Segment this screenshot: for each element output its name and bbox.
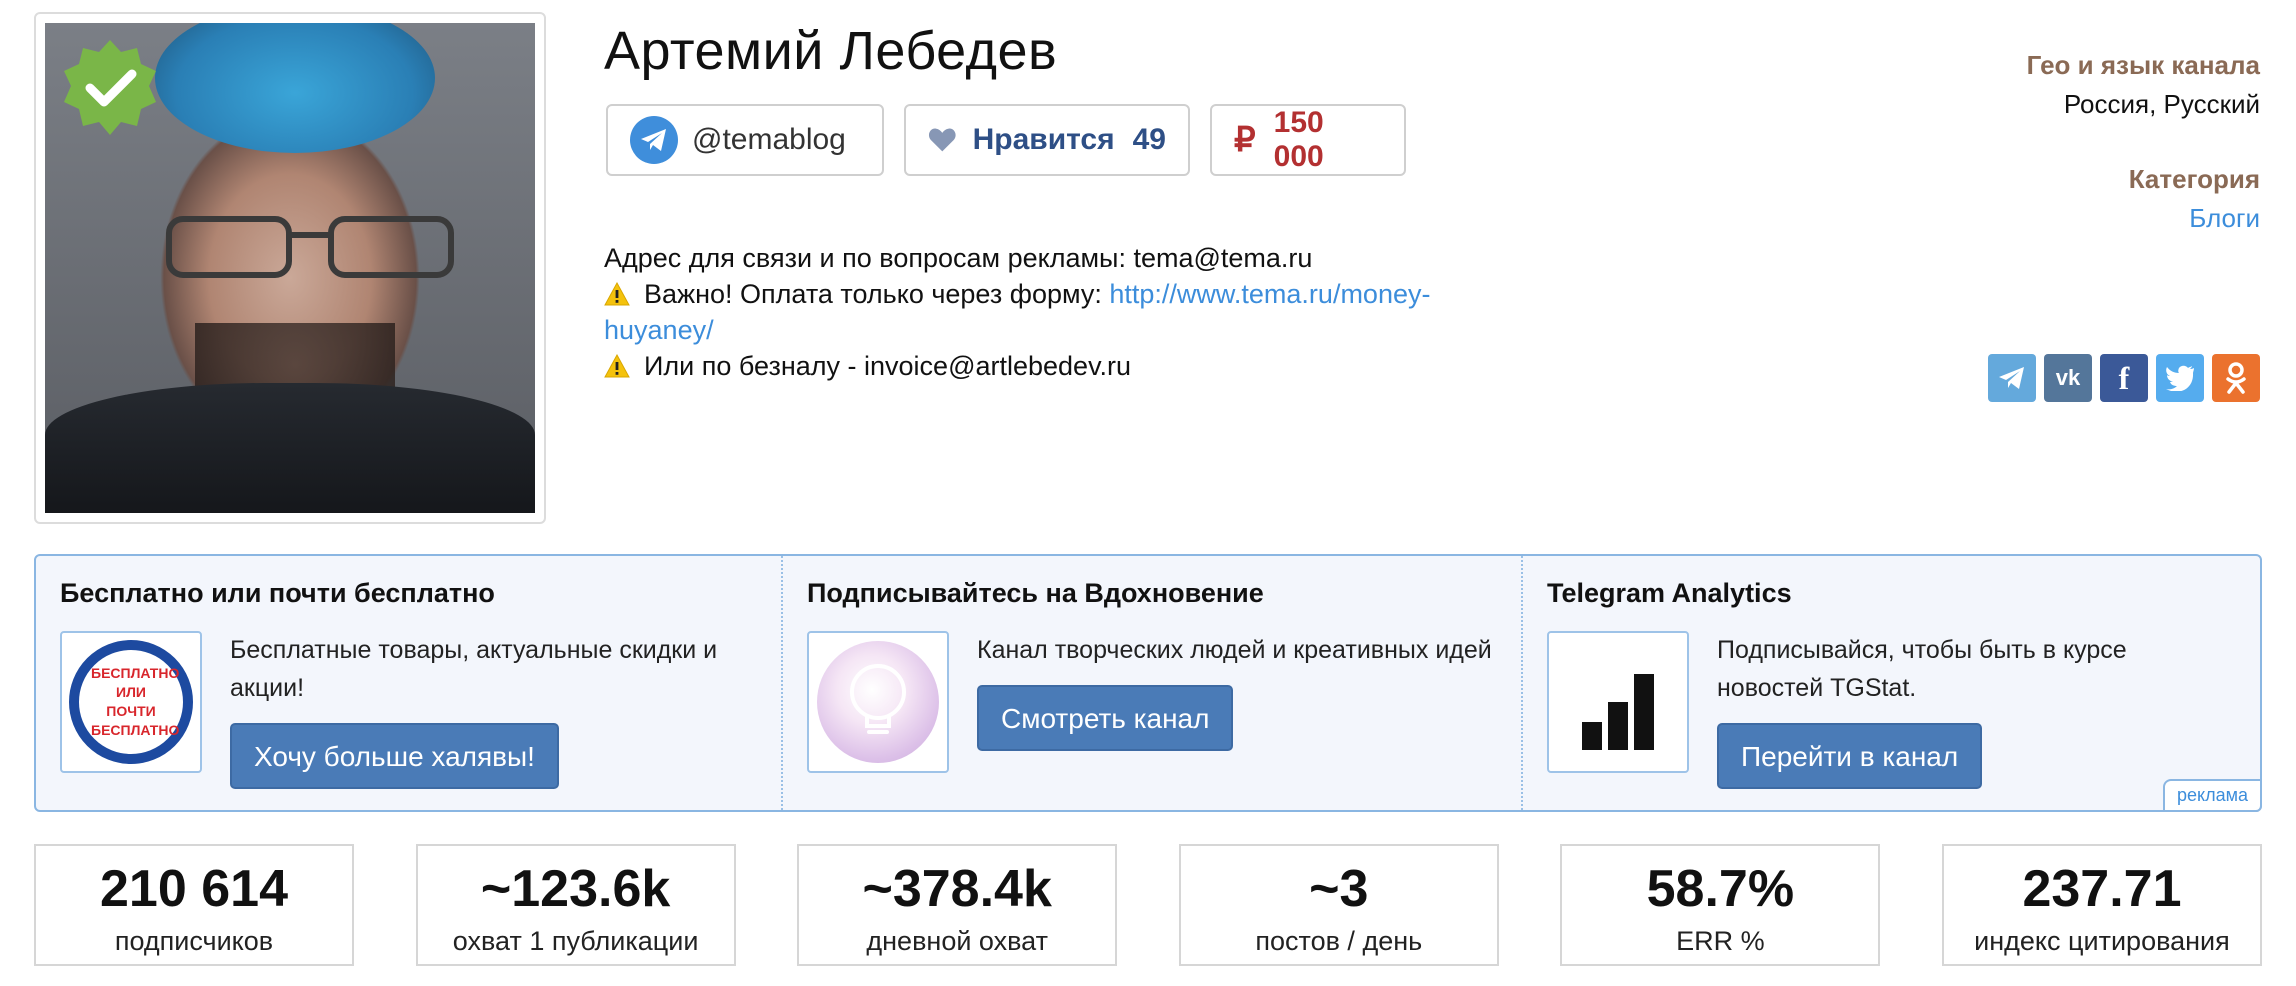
stat-value: 58.7% <box>1646 860 1795 918</box>
stat-label: индекс цитирования <box>1974 926 2230 956</box>
like-count: 49 <box>1132 123 1166 156</box>
stat-value: 210 614 <box>100 860 288 918</box>
stats-row: 210 614 подписчиков ~123.6k охват 1 публ… <box>34 844 2262 966</box>
stat-post-reach[interactable]: ~123.6k охват 1 публикации <box>415 844 736 966</box>
like-button[interactable]: Нравится 49 <box>904 104 1190 176</box>
stat-daily-reach[interactable]: ~378.4k дневной охват <box>797 844 1118 966</box>
ad-title[interactable]: Подписывайтесь на Вдохновение <box>807 578 1497 609</box>
channel-avatar-frame <box>34 12 546 524</box>
description-line: Или по безналу - invoice@artlebedev.ru <box>604 348 1524 384</box>
category-section: Категория Блоги <box>2129 164 2260 234</box>
share-buttons: vk f <box>1988 354 2260 402</box>
twitter-icon[interactable] <box>2156 354 2204 402</box>
geo-label: Гео и язык канала <box>2026 50 2260 80</box>
stat-value: ~123.6k <box>480 860 671 918</box>
bar-chart-icon <box>1582 674 1654 750</box>
freebie-logo-icon: БЕСПЛАТНО ИЛИ ПОЧТИ БЕСПЛАТНО <box>69 640 193 764</box>
stat-label: подписчиков <box>114 926 274 956</box>
ad-price-button[interactable]: ₽ 150 000 <box>1210 104 1406 176</box>
geo-value: Россия, Русский <box>2063 89 2260 119</box>
ad-logo[interactable]: БЕСПЛАТНО ИЛИ ПОЧТИ БЕСПЛАТНО <box>60 631 202 773</box>
stat-subscribers[interactable]: 210 614 подписчиков <box>34 844 354 966</box>
heart-icon <box>928 128 956 152</box>
channel-title: Артемий Лебедев <box>604 21 1058 81</box>
channel-description: Адрес для связи и по вопросам рекламы: t… <box>604 240 1524 384</box>
ad-text: Бесплатные товары, актуальные скидки и а… <box>230 636 718 702</box>
category-link[interactable]: Блоги <box>2129 203 2260 234</box>
telegram-icon[interactable] <box>1988 354 2036 402</box>
stat-label: ERR % <box>1676 926 1765 956</box>
warning-icon <box>604 354 630 378</box>
ad-card: Подписывайтесь на Вдохновение Канал твор… <box>781 556 1521 810</box>
stat-citation-index[interactable]: 237.71 индекс цитирования <box>1941 844 2262 966</box>
stat-label: охват 1 публикации <box>452 926 699 956</box>
freebie-logo-text: БЕСПЛАТНО ИЛИ ПОЧТИ БЕСПЛАТНО <box>91 665 180 738</box>
ad-title[interactable]: Telegram Analytics <box>1547 578 2236 609</box>
telegram-username-button[interactable]: @temablog <box>606 104 884 176</box>
description-line: Адрес для связи и по вопросам рекламы: t… <box>604 243 1313 273</box>
ad-cta-button[interactable]: Смотреть канал <box>977 685 1234 751</box>
stat-value: ~378.4k <box>862 860 1052 918</box>
lightbulb-icon <box>817 641 939 763</box>
ad-content: Канал творческих людей и креативных идей… <box>977 631 1492 773</box>
ad-content: Подписывайся, чтобы быть в курсе новосте… <box>1717 631 2236 789</box>
ad-content: Бесплатные товары, актуальные скидки и а… <box>230 631 757 789</box>
stat-value: 237.71 <box>2022 860 2182 918</box>
facebook-icon[interactable]: f <box>2100 354 2148 402</box>
ad-body: Подписывайся, чтобы быть в курсе новосте… <box>1547 631 2236 789</box>
description-line: Важно! Оплата только через форму: http:/… <box>604 276 1524 348</box>
avatar-hair <box>155 23 435 153</box>
ad-title[interactable]: Бесплатно или почти бесплатно <box>60 578 757 609</box>
description-text: Важно! Оплата только через форму: <box>644 279 1110 309</box>
ad-price: 150 000 <box>1273 106 1324 173</box>
ad-body: Канал творческих людей и креативных идей… <box>807 631 1497 773</box>
avatar-glasses <box>166 216 454 278</box>
ad-text: Канал творческих людей и креативных идей <box>977 636 1492 664</box>
ad-cta-button[interactable]: Перейти в канал <box>1717 723 1983 789</box>
stat-posts-per-day[interactable]: ~3 постов / день <box>1178 844 1499 966</box>
verified-badge-icon <box>64 40 156 135</box>
description-text: Или по безналу - invoice@artlebedev.ru <box>644 351 1132 381</box>
stat-value: ~3 <box>1309 860 1369 918</box>
ad-label-badge[interactable]: реклама <box>2163 779 2262 812</box>
stat-label: постов / день <box>1255 926 1423 956</box>
category-label: Категория <box>2128 164 2260 194</box>
channel-username: @temablog <box>692 123 846 156</box>
telegram-icon <box>630 116 678 164</box>
ad-logo[interactable] <box>1547 631 1689 773</box>
stat-err[interactable]: 58.7% ERR % <box>1560 844 1881 966</box>
ad-card: Бесплатно или почти бесплатно БЕСПЛАТНО … <box>36 556 781 810</box>
odnoklassniki-icon[interactable] <box>2212 354 2260 402</box>
ad-body: БЕСПЛАТНО ИЛИ ПОЧТИ БЕСПЛАТНО Бесплатные… <box>60 631 757 789</box>
vk-icon[interactable]: vk <box>2044 354 2092 402</box>
like-label: Нравится <box>972 123 1115 156</box>
geo-language-section: Гео и язык канала Россия, Русский <box>2027 50 2260 120</box>
ad-text: Подписывайся, чтобы быть в курсе новосте… <box>1717 636 2127 702</box>
ad-cta-button[interactable]: Хочу больше халявы! <box>230 723 559 789</box>
avatar-shirt <box>45 383 535 513</box>
ads-block: Бесплатно или почти бесплатно БЕСПЛАТНО … <box>34 554 2262 812</box>
stat-label: дневной охват <box>866 926 1048 956</box>
ruble-icon: ₽ <box>1234 121 1256 159</box>
ad-card: Telegram Analytics Подписывайся, чтобы б… <box>1521 556 2262 812</box>
warning-icon <box>604 282 630 306</box>
ad-logo[interactable] <box>807 631 949 773</box>
